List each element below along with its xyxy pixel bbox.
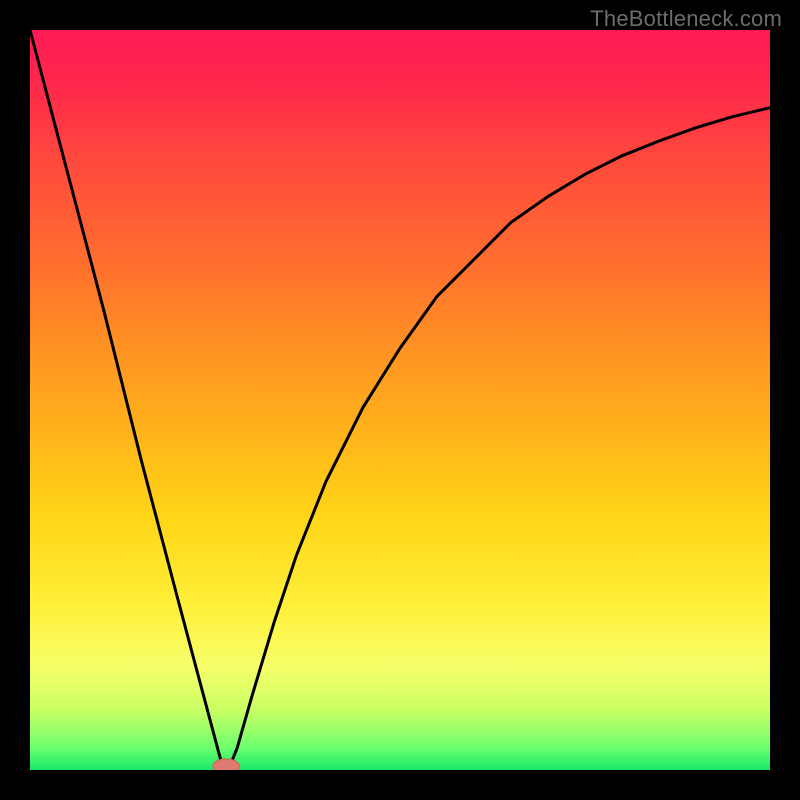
bottleneck-curve — [30, 30, 770, 766]
plot-area — [30, 30, 770, 770]
minimum-marker — [213, 759, 240, 770]
curve-layer — [30, 30, 770, 770]
chart-frame: TheBottleneck.com — [0, 0, 800, 800]
watermark-text: TheBottleneck.com — [590, 6, 782, 32]
